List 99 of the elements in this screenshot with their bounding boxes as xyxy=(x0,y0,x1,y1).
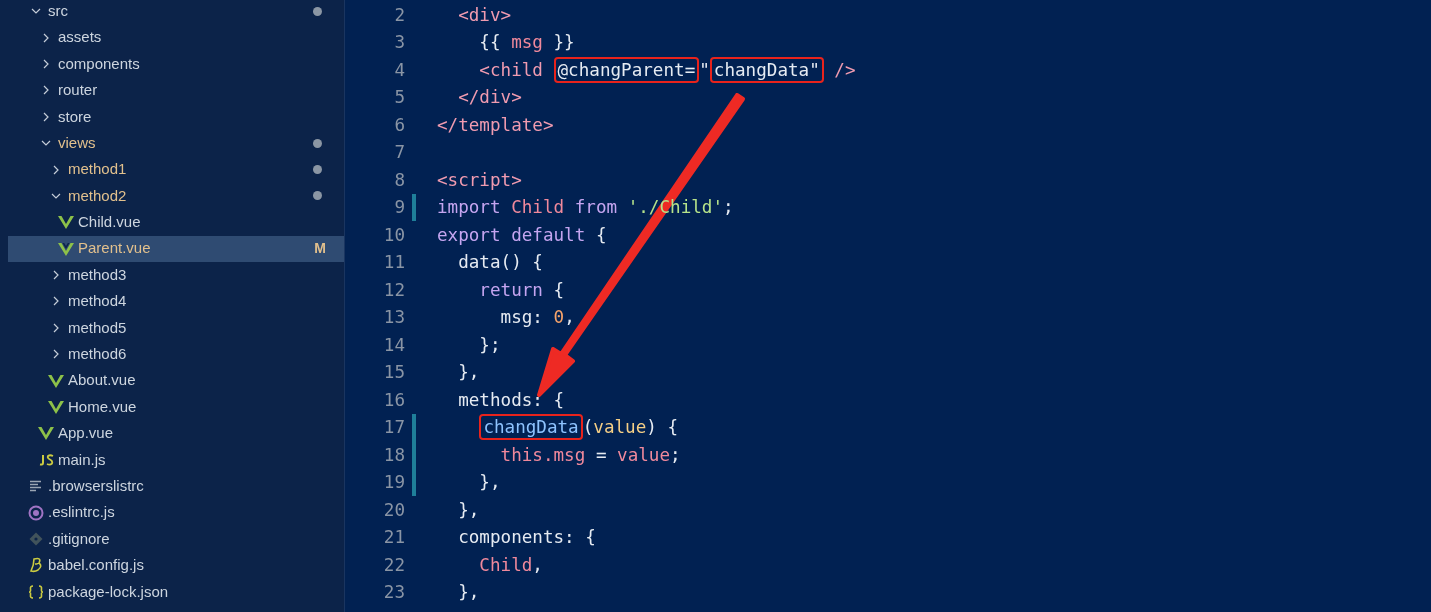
line-number: 13 xyxy=(382,306,405,330)
tree-item[interactable]: method5 xyxy=(0,314,344,342)
vue-icon xyxy=(58,215,74,230)
line-number: 19 xyxy=(382,471,405,495)
code-token: msg: xyxy=(499,307,544,328)
code-token: value xyxy=(593,417,647,438)
vue-icon xyxy=(58,241,74,256)
code-token: }} xyxy=(552,32,575,53)
braces-icon xyxy=(28,584,44,599)
line-number: 5 xyxy=(393,86,405,110)
code-token: /> xyxy=(833,59,856,80)
line-number: 6 xyxy=(393,113,405,137)
line-number: 8 xyxy=(393,168,405,192)
code-token: {{ xyxy=(478,32,502,53)
tree-item[interactable]: package-lock.json xyxy=(0,578,344,605)
code-token: @changParent= xyxy=(557,59,696,80)
code-token: }, xyxy=(457,582,480,603)
code-token: , xyxy=(564,307,575,328)
tree-item[interactable]: method2 xyxy=(0,182,344,210)
diamond-icon xyxy=(29,532,43,546)
line-number: 17 xyxy=(382,416,405,440)
tree-item[interactable]: babel.config.js xyxy=(0,552,344,579)
code-token: Child xyxy=(478,554,533,575)
code-token: components: { xyxy=(457,527,596,548)
code-token: }; xyxy=(478,334,501,355)
code-token: </div> xyxy=(457,87,522,108)
tree-item[interactable]: src xyxy=(0,0,344,25)
code-token: ; xyxy=(670,444,681,465)
code-token: ) { xyxy=(646,417,679,438)
lines-icon xyxy=(29,480,43,493)
git-status-label: M xyxy=(314,239,326,259)
ring-icon xyxy=(28,504,44,521)
code-token: , xyxy=(532,554,543,575)
js-icon xyxy=(38,453,54,466)
tree-item[interactable]: .browserslistrc xyxy=(0,473,344,500)
tree-item[interactable]: views xyxy=(0,129,344,157)
line-number: 4 xyxy=(393,58,405,82)
tree-item[interactable]: router xyxy=(0,77,344,104)
line-number: 7 xyxy=(393,141,405,165)
line-number: 9 xyxy=(393,196,405,220)
line-number: 3 xyxy=(393,31,405,55)
code-token: { xyxy=(553,279,565,300)
code-token: this.msg xyxy=(499,444,586,465)
code-token: msg xyxy=(511,32,543,53)
code-token: value xyxy=(617,444,671,465)
code-token: ; xyxy=(723,197,734,218)
tree-item[interactable]: Parent.vue M xyxy=(8,235,344,262)
code-token: " xyxy=(699,59,710,80)
tree-item[interactable]: .gitignore xyxy=(0,525,344,553)
code-token: = xyxy=(594,444,608,465)
tree-item[interactable]: Child.vue xyxy=(0,209,344,236)
tree-item[interactable]: About.vue xyxy=(0,367,344,394)
line-number: 10 xyxy=(382,223,405,247)
tree-item[interactable]: App.vue xyxy=(0,420,344,447)
tree-item[interactable]: assets xyxy=(0,24,344,51)
line-number: 23 xyxy=(382,581,405,605)
tree-item[interactable]: method4 xyxy=(0,288,344,315)
code-token: <child xyxy=(478,59,544,80)
code-token: from xyxy=(574,197,619,218)
vue-icon xyxy=(38,426,54,441)
code-token: export default xyxy=(437,224,587,245)
code-token: import xyxy=(437,197,502,218)
line-number: 22 xyxy=(382,553,405,577)
code-token: methods: { xyxy=(457,389,565,410)
code-token: changData" xyxy=(713,59,820,80)
line-number: 11 xyxy=(382,251,405,275)
line-number: 18 xyxy=(382,443,405,467)
line-number: 16 xyxy=(382,388,405,412)
script-b-icon xyxy=(29,557,43,574)
code-token: 0 xyxy=(553,307,565,328)
line-number: 21 xyxy=(382,526,405,550)
tree-item[interactable]: method1 xyxy=(0,156,344,183)
tree-item[interactable]: store xyxy=(0,103,344,130)
code-token: ( xyxy=(582,417,594,438)
tree-item[interactable]: .eslintrc.js xyxy=(0,499,344,526)
line-number: 20 xyxy=(382,498,405,522)
line-number: 12 xyxy=(382,278,405,302)
tree-item[interactable]: components xyxy=(0,50,344,78)
line-number: 15 xyxy=(382,361,405,385)
code-token: }, xyxy=(457,499,480,520)
tree-item[interactable]: Home.vue xyxy=(0,393,344,421)
tree-item[interactable]: method6 xyxy=(0,341,344,368)
tree-item[interactable]: method3 xyxy=(0,261,344,289)
code-token: return xyxy=(478,279,544,300)
code-token: Child xyxy=(511,197,566,218)
tree-item[interactable]: main.js xyxy=(0,446,344,474)
code-token: data xyxy=(457,252,501,273)
code-token: changData xyxy=(483,417,579,438)
code-token: }, xyxy=(457,362,480,383)
code-token: () { xyxy=(500,252,543,273)
code-token: <script> xyxy=(437,169,522,190)
line-number: 14 xyxy=(382,333,405,357)
code-token: </template> xyxy=(437,114,554,135)
vue-icon xyxy=(48,400,64,415)
vue-icon xyxy=(48,373,64,388)
code-token: { xyxy=(595,224,607,245)
code-token: }, xyxy=(478,472,501,493)
code-token: <div> xyxy=(457,4,512,25)
line-number: 2 xyxy=(393,3,405,27)
